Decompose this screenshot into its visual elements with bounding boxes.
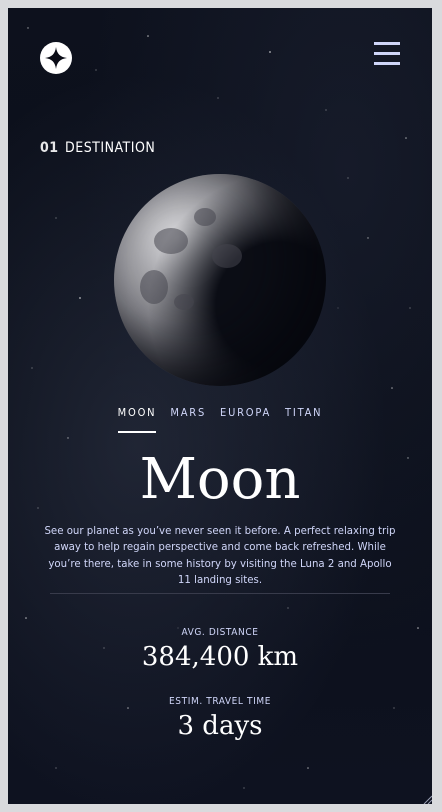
crater xyxy=(140,270,168,304)
resize-handle-icon[interactable] xyxy=(422,794,432,804)
crater xyxy=(154,228,188,254)
destination-tabs: MOON MARS EUROPA TITAN xyxy=(8,406,432,433)
tab-moon[interactable]: MOON xyxy=(117,406,157,433)
destination-title: Moon xyxy=(139,447,301,512)
distance-value: 384,400 km xyxy=(141,642,299,672)
page-heading: 01 DESTINATION xyxy=(40,140,155,156)
crater xyxy=(212,244,242,268)
menu-bar xyxy=(374,52,400,55)
crater xyxy=(174,294,194,310)
menu-bar xyxy=(374,62,400,65)
heading-number: 01 xyxy=(40,140,59,156)
destination-description: See our planet as you’ve never seen it b… xyxy=(44,526,396,587)
travel-time-label: ESTIM. TRAVEL TIME xyxy=(169,696,271,707)
hamburger-menu-icon[interactable] xyxy=(374,42,400,68)
tab-europa[interactable]: EUROPA xyxy=(220,406,271,433)
tab-titan[interactable]: TITAN xyxy=(285,406,322,433)
destination-page: 01 DESTINATION MOON MARS EUROPA TITAN Mo… xyxy=(8,8,432,804)
tab-mars[interactable]: MARS xyxy=(170,406,206,433)
logo[interactable] xyxy=(40,42,72,74)
moon-image xyxy=(114,174,326,386)
travel-time-value: 3 days xyxy=(177,711,263,741)
divider xyxy=(50,593,390,594)
crater xyxy=(194,208,216,226)
heading-label: DESTINATION xyxy=(65,140,156,156)
menu-bar xyxy=(374,42,400,45)
distance-label: AVG. DISTANCE xyxy=(181,627,259,638)
star-logo-icon xyxy=(45,47,67,69)
